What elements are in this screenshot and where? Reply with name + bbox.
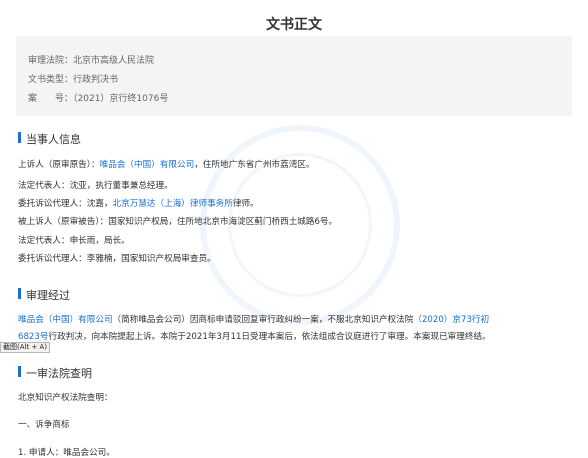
company-link[interactable]: 唯品会（中国）有限公司 (18, 315, 113, 325)
first-instance-line-2: 一、诉争商标 (18, 420, 70, 430)
first-instance-heading: 一审法院查明 (18, 365, 92, 381)
court-value: 北京市高级人民法院 (73, 56, 155, 66)
first-instance-line-1: 北京知识产权法院查明： (18, 393, 113, 403)
parties-heading: 当事人信息 (18, 131, 81, 147)
trial-paragraph-line-2: 6823号行政判决，向本院提起上诉。本院于2021年3月11日受理本案后，依法组… (18, 330, 491, 342)
trial-text-1: （简称唯品会公司）因商标申请驳回复审行政纠纷一案，不服北京知识产权法院 (112, 315, 414, 325)
case-meta-box: 审理法院：北京市高级人民法院 文书类型：行政判决书 案 号：（2021）京行终1… (16, 36, 572, 116)
agent-1-line: 委托诉讼代理人：沈嘉，北京万慧达（上海）律师事务所律师。 (18, 197, 259, 209)
appellant-suffix: ，住所地广东省广州市荔湾区。 (194, 160, 315, 170)
page-title: 文书正文 (266, 17, 322, 33)
first-instance-line-3: 1. 申请人：唯品会公司。 (18, 448, 115, 458)
law-firm-link[interactable]: 北京万慧达（上海）律师事务所 (113, 199, 233, 209)
trial-text-2: 行政判决，向本院提起上诉。本院于2021年3月11日受理本案后，依法组成合议庭进… (48, 332, 491, 342)
case-no-label: 案 号： (28, 94, 74, 104)
case-no-row: 案 号：（2021）京行终1076号 (28, 91, 168, 104)
appellant-prefix: 上诉人（原审原告）： (18, 160, 100, 170)
doc-type-value: 行政判决书 (73, 75, 119, 85)
doc-type-row: 文书类型：行政判决书 (28, 72, 118, 85)
case-ref-link-end[interactable]: 6823号 (18, 332, 48, 342)
trial-heading: 审理经过 (18, 287, 70, 303)
court-label: 审理法院： (28, 56, 74, 66)
case-ref-link-start[interactable]: （2020）京73行初 (413, 315, 489, 325)
legal-rep-2-line: 法定代表人：申长雨，局长。 (18, 236, 130, 246)
case-no-value: （2021）京行终1076号 (73, 94, 169, 104)
agent-2-line: 委托诉讼代理人：李雅楠，国家知识产权局审查员。 (18, 254, 216, 264)
trial-paragraph-line-1: 唯品会（中国）有限公司（简称唯品会公司）因商标申请驳回复审行政纠纷一案，不服北京… (18, 313, 489, 325)
appellee-line: 被上诉人（原审被告）：国家知识产权局，住所地北京市海淀区蓟门桥西土城路6号。 (18, 217, 338, 227)
agent-1-suffix: 律师。 (232, 199, 259, 209)
doc-type-label: 文书类型： (28, 75, 74, 85)
appellant-line: 上诉人（原审原告）：唯品会（中国）有限公司，住所地广东省广州市荔湾区。 (18, 158, 315, 170)
screenshot-tooltip: 截图(Alt + A) (0, 342, 51, 353)
court-row: 审理法院：北京市高级人民法院 (28, 53, 154, 66)
legal-rep-1-line: 法定代表人：沈亚，执行董事兼总经理。 (18, 181, 173, 191)
appellant-link[interactable]: 唯品会（中国）有限公司 (100, 160, 195, 170)
agent-1-prefix: 委托诉讼代理人：沈嘉， (18, 199, 113, 209)
